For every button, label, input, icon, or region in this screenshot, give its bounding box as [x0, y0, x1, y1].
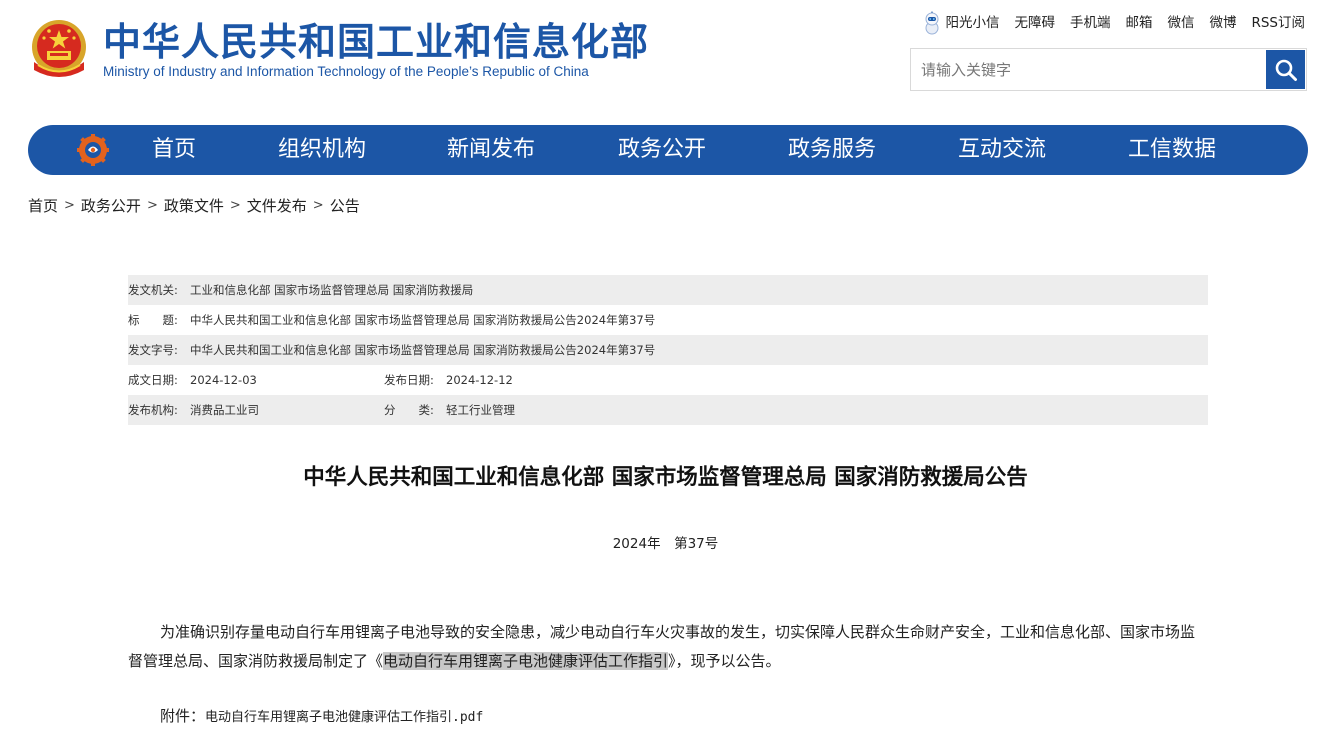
weibo-link[interactable]: 微博: [1209, 10, 1236, 36]
miit-logo-icon: [77, 134, 109, 166]
meta-issuer-label: 发文机关:: [128, 283, 178, 297]
mail-link[interactable]: 邮箱: [1125, 10, 1152, 36]
meta-row-issuer: 发文机关: 工业和信息化部 国家市场监督管理总局 国家消防救援局: [128, 275, 1208, 305]
site-title: 中华人民共和国工业和信息化部: [103, 20, 650, 64]
sunshine-xiaoxin-label: 阳光小信: [945, 15, 1000, 31]
search-button[interactable]: [1266, 50, 1305, 89]
national-emblem-logo: [32, 20, 86, 77]
meta-published-label: 发布日期:: [384, 373, 434, 387]
sunshine-xiaoxin-link[interactable]: 阳光小信: [923, 10, 999, 36]
meta-category-label: 分 类:: [384, 403, 434, 417]
breadcrumb-policy[interactable]: 政策文件: [164, 195, 224, 216]
robot-assistant-icon: [925, 11, 939, 35]
meta-row-dates: 成文日期: 2024-12-03 发布日期: 2024-12-12: [128, 365, 1208, 395]
attachment-line: 附件：电动自行车用锂离子电池健康评估工作指引.pdf: [160, 705, 483, 726]
article-title: 中华人民共和国工业和信息化部 国家市场监督管理总局 国家消防救援局公告: [303, 465, 1028, 490]
breadcrumb-separator: >: [146, 198, 158, 213]
nav-item-org[interactable]: 组织机构: [278, 125, 366, 175]
nav-item-news[interactable]: 新闻发布: [447, 125, 535, 175]
search-icon: [1275, 59, 1297, 81]
site-subtitle: Ministry of Industry and Information Tec…: [103, 64, 589, 79]
meta-row-docno: 发文字号: 中华人民共和国工业和信息化部 国家市场监督管理总局 国家消防救援局公…: [128, 335, 1208, 365]
breadcrumb-release[interactable]: 文件发布: [247, 195, 307, 216]
rss-link[interactable]: RSS订阅: [1251, 10, 1305, 36]
meta-written-label: 成文日期:: [128, 373, 178, 387]
meta-row-title: 标 题: 中华人民共和国工业和信息化部 国家市场监督管理总局 国家消防救援局公告…: [128, 305, 1208, 335]
breadcrumb-affairs[interactable]: 政务公开: [81, 195, 141, 216]
breadcrumb-separator: >: [312, 198, 324, 213]
meta-issuer-value: 工业和信息化部 国家市场监督管理总局 国家消防救援局: [190, 283, 474, 297]
search-input[interactable]: [911, 49, 1267, 90]
article-number: 2024年 第37号: [612, 536, 719, 552]
meta-written-value: 2024-12-03: [190, 373, 257, 387]
nav-item-interaction[interactable]: 互动交流: [958, 125, 1046, 175]
article-body-highlight: 电动自行车用锂离子电池健康评估工作指引: [383, 652, 669, 670]
breadcrumb-separator: >: [229, 198, 241, 213]
breadcrumb-home[interactable]: 首页: [28, 195, 58, 216]
breadcrumb-separator: >: [64, 198, 75, 213]
document-meta-table: 发文机关: 工业和信息化部 国家市场监督管理总局 国家消防救援局 标 题: 中华…: [128, 275, 1208, 425]
breadcrumb: 首页 > 政务公开 > 政策文件 > 文件发布 > 公告: [28, 195, 360, 216]
meta-category-value: 轻工行业管理: [446, 403, 515, 417]
search-box: [910, 48, 1307, 91]
meta-title-label: 标 题:: [128, 313, 178, 327]
meta-row-org: 发布机构: 消费品工业司 分 类: 轻工行业管理: [128, 395, 1208, 425]
nav-item-services[interactable]: 政务服务: [788, 125, 876, 175]
breadcrumb-notice[interactable]: 公告: [330, 195, 360, 216]
meta-published-value: 2024-12-12: [446, 373, 513, 387]
meta-org-value: 消费品工业司: [190, 403, 259, 417]
meta-docno-label: 发文字号:: [128, 343, 178, 357]
wechat-link[interactable]: 微信: [1167, 10, 1194, 36]
meta-title-value: 中华人民共和国工业和信息化部 国家市场监督管理总局 国家消防救援局公告2024年…: [190, 313, 656, 327]
main-nav: 首页 组织机构 新闻发布 政务公开 政务服务 互动交流 工信数据: [28, 125, 1308, 175]
meta-docno-value: 中华人民共和国工业和信息化部 国家市场监督管理总局 国家消防救援局公告2024年…: [190, 343, 656, 357]
attachment-file-link[interactable]: 电动自行车用锂离子电池健康评估工作指引.pdf: [205, 710, 483, 725]
attachment-label: 附件：: [160, 707, 206, 725]
nav-item-home[interactable]: 首页: [152, 125, 196, 175]
mobile-link[interactable]: 手机端: [1070, 10, 1111, 36]
article-body-text-end: 》，现予以公告。: [668, 652, 781, 670]
top-links-bar: 阳光小信 无障碍 手机端 邮箱 微信 微博 RSS订阅: [923, 10, 1305, 36]
nav-item-affairs[interactable]: 政务公开: [618, 125, 706, 175]
article-body: 为准确识别存量电动自行车用锂离子电池导致的安全隐患，减少电动自行车火灾事故的发生…: [128, 618, 1208, 676]
accessibility-link[interactable]: 无障碍: [1014, 10, 1055, 36]
meta-org-label: 发布机构:: [128, 403, 178, 417]
nav-item-data[interactable]: 工信数据: [1128, 125, 1216, 175]
